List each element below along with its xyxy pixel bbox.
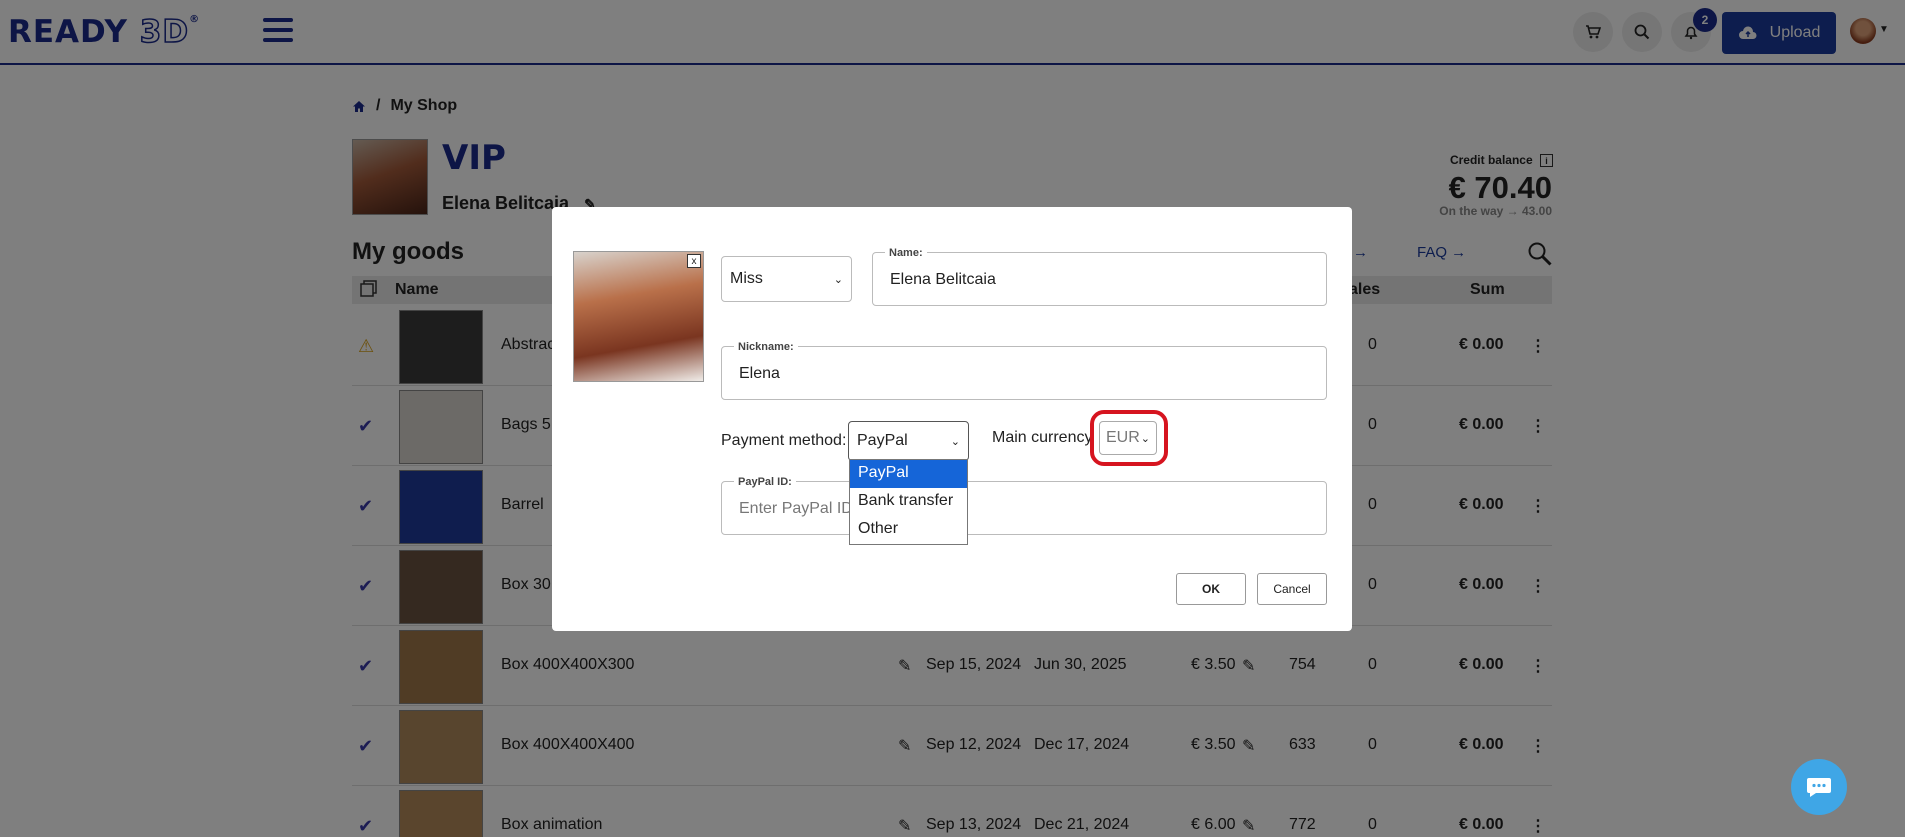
remove-photo-button[interactable]: x	[687, 254, 701, 268]
payment-option-other[interactable]: Other	[850, 516, 967, 544]
profile-edit-dialog: x Miss ⌄ Name: Elena Belitcaia Nickname:…	[552, 207, 1352, 631]
title-select[interactable]: Miss ⌄	[721, 256, 852, 302]
nickname-field[interactable]: Nickname: Elena	[721, 341, 1327, 400]
chevron-down-icon: ⌄	[833, 273, 843, 286]
main-currency-label: Main currency	[992, 429, 1093, 446]
payment-option-bank-transfer[interactable]: Bank transfer	[850, 488, 967, 516]
chat-icon	[1807, 778, 1831, 797]
name-field[interactable]: Name: Elena Belitcaia	[872, 247, 1327, 306]
chat-button[interactable]	[1791, 759, 1847, 815]
modal-profile-photo[interactable]: x	[573, 251, 704, 382]
payment-method-select[interactable]: PayPal ⌄	[848, 421, 969, 461]
chevron-down-icon: ⌄	[950, 435, 960, 448]
cancel-button[interactable]: Cancel	[1257, 573, 1327, 605]
payment-method-dropdown: PayPal Bank transfer Other	[849, 459, 968, 545]
payment-method-label: Payment method:	[721, 432, 847, 449]
payment-option-paypal[interactable]: PayPal	[850, 460, 967, 488]
ok-button[interactable]: OK	[1176, 573, 1246, 605]
paypal-id-field[interactable]: PayPal ID: Enter PayPal ID (	[721, 476, 1327, 535]
currency-highlight-ring	[1090, 410, 1168, 466]
